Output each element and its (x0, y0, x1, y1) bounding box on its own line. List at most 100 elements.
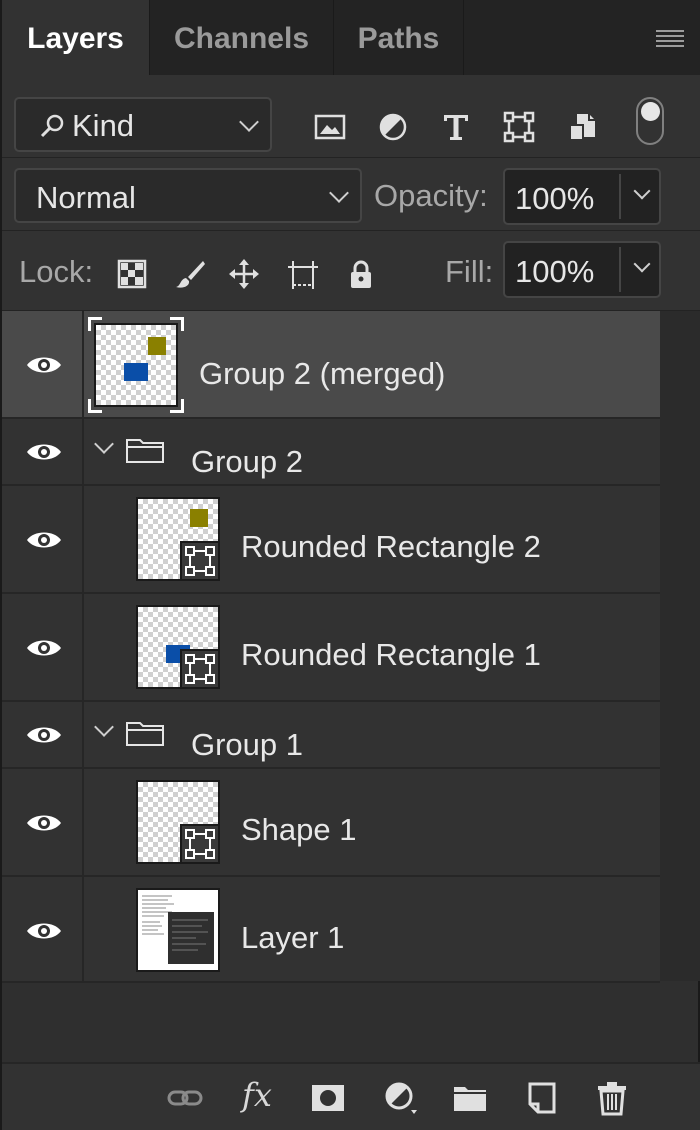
kind-filter-select[interactable]: Kind (14, 97, 272, 152)
layers-scrollbar[interactable] (660, 311, 700, 981)
shape-badge (180, 649, 220, 689)
fill-label: Fill: (445, 254, 494, 289)
shape-vector-icon (185, 829, 215, 859)
shape-vector-icon (185, 546, 215, 576)
filter-toggle[interactable] (636, 97, 664, 145)
layer-row-layer-1[interactable]: Layer 1 (2, 877, 660, 983)
adjustment-layer-icon[interactable] (383, 1080, 419, 1116)
chevron-down-icon[interactable] (633, 182, 651, 200)
layer-name: Layer 1 (241, 920, 345, 955)
pixel-layer-filter-icon[interactable] (314, 111, 346, 143)
eye-icon[interactable] (26, 354, 62, 376)
layer-name: Rounded Rectangle 1 (241, 637, 541, 672)
layer-row-group-2-merged[interactable]: Group 2 (merged) (2, 311, 660, 419)
fill-value: 100% (515, 254, 595, 289)
folder-icon (126, 722, 164, 746)
layer-thumbnail (136, 888, 220, 972)
smart-object-filter-icon[interactable] (567, 111, 599, 143)
visibility-cell[interactable] (2, 311, 84, 417)
opacity-value: 100% (515, 181, 595, 216)
blend-row: Normal Opacity: 100% (2, 158, 700, 231)
blend-mode-value: Normal (36, 180, 136, 215)
visibility-cell[interactable] (2, 769, 84, 875)
layer-thumbnail (136, 780, 220, 864)
field-separator (619, 174, 621, 219)
visibility-cell[interactable] (2, 702, 84, 767)
link-layers-icon[interactable] (167, 1080, 203, 1116)
layer-thumbnail (136, 605, 220, 689)
layers-panel: Layers Channels Paths Kind Normal Opacit… (0, 0, 700, 1130)
fx-icon[interactable]: fx (242, 1076, 272, 1114)
layer-thumbnail (136, 497, 220, 581)
field-separator (619, 247, 621, 292)
chevron-down-icon (329, 183, 349, 203)
visibility-cell[interactable] (2, 419, 84, 484)
lock-image-pixels-icon[interactable] (174, 258, 206, 290)
lock-position-icon[interactable] (228, 258, 260, 290)
selection-corner (88, 317, 102, 331)
eye-icon[interactable] (26, 637, 62, 659)
opacity-label: Opacity: (374, 178, 488, 213)
document-preview-image (142, 895, 214, 964)
fill-field[interactable]: 100% (503, 241, 661, 298)
layer-row-group-1[interactable]: Group 1 (2, 702, 660, 769)
shape-badge (180, 541, 220, 581)
layer-row-group-2[interactable]: Group 2 (2, 419, 660, 486)
shape-layer-filter-icon[interactable] (503, 111, 535, 143)
eye-icon[interactable] (26, 441, 62, 463)
add-mask-icon[interactable] (310, 1080, 346, 1116)
eye-icon[interactable] (26, 724, 62, 746)
lock-label: Lock: (19, 254, 94, 289)
shape-badge (180, 824, 220, 864)
lock-row: Lock: Fill: 100% (2, 231, 700, 311)
layer-name: Group 2 (merged) (199, 356, 446, 391)
expand-chevron-icon[interactable] (94, 717, 114, 737)
panel-menu-icon[interactable] (656, 30, 684, 48)
type-layer-filter-icon[interactable] (440, 111, 472, 143)
adjustment-layer-filter-icon[interactable] (377, 111, 409, 143)
delete-layer-icon[interactable] (594, 1080, 630, 1116)
layer-name: Group 1 (191, 727, 304, 762)
chevron-down-icon (239, 112, 259, 132)
layer-row-shape-1[interactable]: Shape 1 (2, 769, 660, 877)
blend-mode-select[interactable]: Normal (14, 168, 362, 223)
layer-row-rounded-rectangle-2[interactable]: Rounded Rectangle 2 (2, 486, 660, 594)
blue-square (124, 363, 148, 381)
lock-artboard-icon[interactable] (287, 258, 319, 290)
search-icon (40, 114, 64, 138)
tab-paths[interactable]: Paths (334, 0, 464, 75)
new-group-icon[interactable] (452, 1080, 488, 1116)
olive-square (190, 509, 208, 527)
selection-corner (170, 399, 184, 413)
opacity-field[interactable]: 100% (503, 168, 661, 225)
layer-name: Rounded Rectangle 2 (241, 529, 541, 564)
layer-row-rounded-rectangle-1[interactable]: Rounded Rectangle 1 (2, 594, 660, 702)
layers-list: Group 2 (merged) Group 2 Rounded Rectang… (2, 311, 700, 983)
chevron-down-icon[interactable] (633, 255, 651, 273)
visibility-cell[interactable] (2, 877, 84, 981)
lock-transparent-pixels-icon[interactable] (116, 258, 148, 290)
kind-filter-label: Kind (72, 108, 135, 143)
layer-thumbnail (94, 323, 178, 407)
visibility-cell[interactable] (2, 594, 84, 700)
tab-channels[interactable]: Channels (150, 0, 334, 75)
expand-chevron-icon[interactable] (94, 434, 114, 454)
filter-row: Kind (2, 75, 700, 158)
eye-icon[interactable] (26, 529, 62, 551)
panel-footer: fx (2, 1062, 700, 1130)
olive-square (148, 337, 166, 355)
lock-all-icon[interactable] (345, 258, 377, 290)
selection-corner (88, 399, 102, 413)
visibility-cell[interactable] (2, 486, 84, 592)
eye-icon[interactable] (26, 920, 62, 942)
shape-vector-icon (185, 654, 215, 684)
layer-name: Shape 1 (241, 812, 357, 847)
tab-layers[interactable]: Layers (2, 0, 150, 75)
selection-corner (170, 317, 184, 331)
eye-icon[interactable] (26, 812, 62, 834)
new-layer-icon[interactable] (524, 1080, 560, 1116)
layer-name: Group 2 (191, 444, 304, 479)
folder-icon (126, 439, 164, 463)
toggle-knob (641, 102, 660, 121)
tab-bar: Layers Channels Paths (2, 0, 700, 75)
